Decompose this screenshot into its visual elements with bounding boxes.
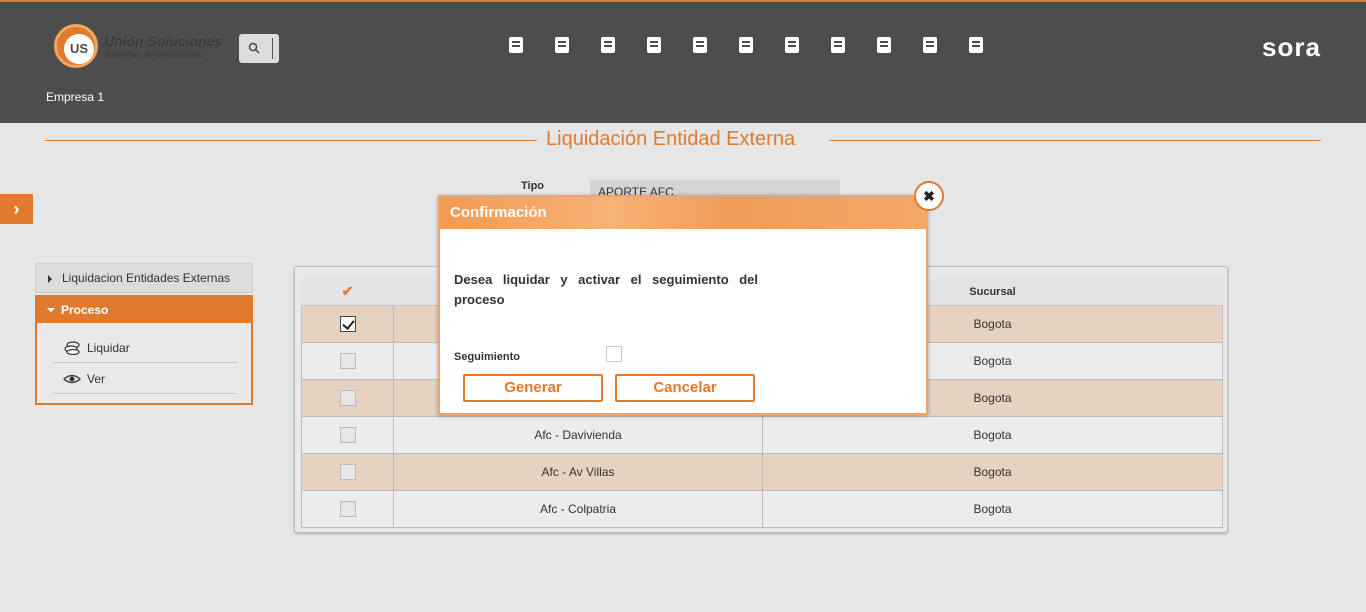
page-title: Liquidación Entidad Externa: [546, 128, 796, 150]
caret-down-icon: [47, 308, 55, 312]
table-row[interactable]: Afc - Davivienda Bogota: [301, 415, 1223, 454]
close-icon: ✖: [923, 188, 935, 204]
title-rule-right: [830, 140, 1321, 141]
row-checkbox[interactable]: [339, 500, 356, 517]
logo-subtitle: Sistemas de Información: [104, 50, 204, 60]
sucursal-cell: Bogota: [762, 489, 1223, 528]
cancel-button[interactable]: Cancelar: [615, 374, 755, 402]
hierarchy-icon: [643, 34, 665, 56]
module-button-9[interactable]: [861, 32, 907, 58]
confirmation-dialog: Confirmación Desea liquidar y activar el…: [438, 195, 928, 415]
module-button-2[interactable]: [539, 32, 585, 58]
row-checkbox[interactable]: [339, 426, 356, 443]
search-separator: [272, 38, 273, 59]
caret-right-icon: [48, 275, 52, 283]
row-checkbox[interactable]: [339, 463, 356, 480]
generate-button[interactable]: Generar: [463, 374, 603, 402]
module-button-10[interactable]: [907, 32, 953, 58]
row-select-cell: [301, 378, 394, 417]
sucursal-cell: Bogota: [762, 415, 1223, 454]
presentation-icon: [827, 34, 849, 56]
dialog-close-button[interactable]: ✖: [914, 181, 944, 211]
stopwatch-icon: [735, 34, 757, 56]
module-toolbar: [493, 32, 999, 58]
medical-bag-icon: [919, 34, 941, 56]
table-row[interactable]: Afc - Colpatria Bogota: [301, 489, 1223, 528]
chevron-right-icon: ›: [13, 199, 20, 219]
dialog-title: Confirmación: [440, 197, 926, 229]
module-button-5[interactable]: [677, 32, 723, 58]
sidebar-item-liquidacion[interactable]: Liquidacion Entidades Externas: [35, 263, 253, 293]
seguimiento-label: Seguimiento: [454, 351, 521, 363]
eye-icon: [63, 374, 81, 384]
dialog-message: Desea liquidar y activar el seguimiento …: [454, 272, 758, 307]
company-name[interactable]: Empresa 1: [46, 90, 104, 104]
module-button-7[interactable]: [769, 32, 815, 58]
table-row[interactable]: Afc - Av Villas Bogota: [301, 452, 1223, 491]
row-select-cell: [301, 415, 394, 454]
gift-icon: [597, 34, 619, 56]
gears-icon: [873, 34, 895, 56]
logo-mark: US: [64, 34, 94, 64]
sidebar-toggle-button[interactable]: ›: [0, 194, 33, 224]
entity-cell: Afc - Av Villas: [393, 452, 763, 491]
module-button-4[interactable]: [631, 32, 677, 58]
search-icon: [248, 42, 260, 54]
check-icon: ✔: [341, 283, 354, 300]
sidebar-group-header[interactable]: Proceso: [37, 297, 251, 323]
module-button-6[interactable]: [723, 32, 769, 58]
row-checkbox[interactable]: [339, 352, 356, 369]
header-select-all[interactable]: ✔: [301, 279, 394, 306]
seguimiento-checkbox[interactable]: [606, 346, 622, 362]
title-rule-left: [45, 140, 537, 141]
sidebar-item-label: Liquidacion Entidades Externas: [62, 271, 231, 285]
report-icon: [781, 34, 803, 56]
logo-title: Unión Soluciones: [104, 33, 223, 49]
module-button-8[interactable]: [815, 32, 861, 58]
row-select-cell: [301, 304, 394, 343]
sidebar-subitem-label: Ver: [87, 372, 106, 386]
entity-cell: Afc - Davivienda: [393, 415, 763, 454]
sidebar-group-label: Proceso: [61, 303, 109, 317]
row-select-cell: [301, 489, 394, 528]
edit-doc-icon: [505, 34, 527, 56]
row-checkbox[interactable]: [339, 389, 356, 406]
module-button-11[interactable]: [953, 32, 999, 58]
row-select-cell: [301, 341, 394, 380]
tipo-label: Tipo: [521, 180, 545, 192]
top-header: US Unión Soluciones Sistemas de Informac…: [0, 0, 1366, 123]
module-button-3[interactable]: [585, 32, 631, 58]
search-user-icon: [965, 34, 987, 56]
sora-brand: sora: [1262, 32, 1321, 62]
logo-circle: US: [54, 24, 98, 68]
user-tie-icon: [551, 34, 573, 56]
sidebar-subitem-ver[interactable]: Ver: [53, 364, 237, 394]
sucursal-cell: Bogota: [762, 452, 1223, 491]
sidebar-group-proceso: Proceso Liquidar Ver: [35, 295, 253, 405]
row-checkbox[interactable]: [339, 315, 356, 332]
search-button[interactable]: [239, 34, 279, 63]
company-logo[interactable]: US Unión Soluciones Sistemas de Informac…: [54, 24, 224, 68]
module-button-1[interactable]: [493, 32, 539, 58]
entity-cell: Afc - Colpatria: [393, 489, 763, 528]
sidebar-subitem-label: Liquidar: [87, 341, 130, 355]
coins-icon: [64, 341, 80, 355]
sidebar-subitem-liquidar[interactable]: Liquidar: [53, 333, 237, 363]
user-card-icon: [689, 34, 711, 56]
row-select-cell: [301, 452, 394, 491]
